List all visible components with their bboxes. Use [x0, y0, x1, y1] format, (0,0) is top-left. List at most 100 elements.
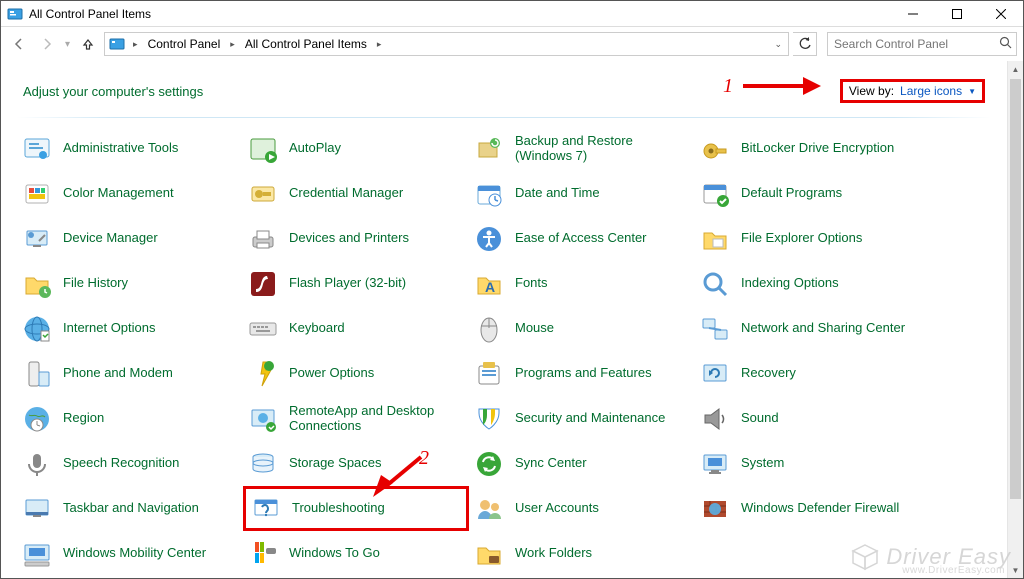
security-and-maintenance-icon: [473, 403, 505, 435]
cp-item-file-explorer-options[interactable]: File Explorer Options: [695, 216, 965, 261]
forward-button[interactable]: [35, 32, 59, 56]
cp-item-autoplay[interactable]: AutoPlay: [243, 126, 469, 171]
back-button[interactable]: [7, 32, 31, 56]
cp-item-region[interactable]: Region: [17, 396, 243, 441]
cp-item-storage-spaces[interactable]: Storage Spaces: [243, 441, 469, 486]
mouse-icon: [473, 313, 505, 345]
indexing-options-icon: [699, 268, 731, 300]
cp-item-sync-center[interactable]: Sync Center: [469, 441, 695, 486]
cp-item-internet-options[interactable]: Internet Options: [17, 306, 243, 351]
cp-item-security-and-maintenance[interactable]: Security and Maintenance: [469, 396, 695, 441]
chevron-right-icon[interactable]: ▸: [129, 39, 142, 50]
cp-item-label: Credential Manager: [289, 186, 403, 201]
annotation-arrow-1: [741, 73, 821, 99]
search-input[interactable]: [832, 36, 999, 52]
cp-item-label: Keyboard: [289, 321, 345, 336]
cp-item-device-manager[interactable]: Device Manager: [17, 216, 243, 261]
search-box[interactable]: [827, 32, 1017, 56]
breadcrumb[interactable]: ▸ Control Panel ▸ All Control Panel Item…: [104, 32, 789, 56]
cp-item-default-programs[interactable]: Default Programs: [695, 171, 965, 216]
cp-item-recovery[interactable]: Recovery: [695, 351, 965, 396]
cp-item-network-and-sharing-center[interactable]: Network and Sharing Center: [695, 306, 965, 351]
chevron-right-icon[interactable]: ▸: [226, 39, 239, 50]
view-by-value[interactable]: Large icons: [900, 84, 962, 98]
cp-item-label: File History: [63, 276, 128, 291]
cp-item-label: File Explorer Options: [741, 231, 862, 246]
cp-item-keyboard[interactable]: Keyboard: [243, 306, 469, 351]
cp-item-taskbar-and-navigation[interactable]: Taskbar and Navigation: [17, 486, 243, 531]
breadcrumb-seg-control-panel[interactable]: Control Panel: [144, 37, 225, 51]
grid-row: RegionRemoteApp and Desktop Connections S…: [17, 396, 991, 441]
breadcrumb-dropdown-icon[interactable]: ⌄: [770, 39, 786, 50]
bitlocker-drive-encryption-icon: [699, 133, 731, 165]
cp-item-ease-of-access-center[interactable]: Ease of Access Center: [469, 216, 695, 261]
cp-item-devices-and-printers[interactable]: Devices and Printers: [243, 216, 469, 261]
search-icon[interactable]: [999, 36, 1012, 52]
history-dropdown-icon[interactable]: ▾: [65, 39, 70, 50]
cp-item-fonts[interactable]: AFonts: [469, 261, 695, 306]
cp-item-speech-recognition[interactable]: Speech Recognition: [17, 441, 243, 486]
cp-item-windows-to-go[interactable]: Windows To Go: [243, 531, 469, 576]
cp-item-color-management[interactable]: Color Management: [17, 171, 243, 216]
cp-item-backup-and-restore-windows-7[interactable]: Backup and Restore (Windows 7): [469, 126, 695, 171]
speech-recognition-icon: [21, 448, 53, 480]
scrollbar-thumb[interactable]: [1010, 79, 1021, 499]
cp-item-date-and-time[interactable]: Date and Time: [469, 171, 695, 216]
breadcrumb-seg-all-items[interactable]: All Control Panel Items: [241, 37, 371, 51]
vertical-scrollbar[interactable]: ▲ ▼: [1007, 61, 1023, 578]
cp-item-remoteapp-and-desktop-connections[interactable]: RemoteApp and Desktop Connections: [243, 396, 469, 441]
cp-item-windows-mobility-center[interactable]: Windows Mobility Center: [17, 531, 243, 576]
windows-defender-firewall-icon: [699, 493, 731, 525]
chevron-right-icon[interactable]: ▸: [373, 39, 386, 50]
cp-item-indexing-options[interactable]: Indexing Options: [695, 261, 965, 306]
cp-item-phone-and-modem[interactable]: Phone and Modem: [17, 351, 243, 396]
cp-item-label: Mouse: [515, 321, 554, 336]
cp-item-mouse[interactable]: Mouse: [469, 306, 695, 351]
cp-item-label: Color Management: [63, 186, 174, 201]
cp-item-system[interactable]: System: [695, 441, 965, 486]
cp-item-label: User Accounts: [515, 501, 599, 516]
view-by-control[interactable]: View by: Large icons ▼: [840, 79, 985, 103]
cp-item-file-history[interactable]: File History: [17, 261, 243, 306]
cp-item-administrative-tools[interactable]: Administrative Tools: [17, 126, 243, 171]
cp-item-windows-defender-firewall[interactable]: Windows Defender Firewall: [695, 486, 965, 531]
minimize-button[interactable]: [891, 1, 935, 27]
cp-item-label: Taskbar and Navigation: [63, 501, 199, 516]
control-panel-icon: [109, 36, 125, 52]
cp-item-label: BitLocker Drive Encryption: [741, 141, 894, 156]
cp-item-label: Programs and Features: [515, 366, 652, 381]
cp-item-flash-player-32-bit[interactable]: Flash Player (32-bit): [243, 261, 469, 306]
windows-mobility-center-icon: [21, 538, 53, 570]
cp-item-sound[interactable]: Sound: [695, 396, 965, 441]
cp-item-work-folders[interactable]: Work Folders: [469, 531, 695, 576]
cp-item-programs-and-features[interactable]: Programs and Features: [469, 351, 695, 396]
cp-item-bitlocker-drive-encryption[interactable]: BitLocker Drive Encryption: [695, 126, 965, 171]
cp-item-label: Recovery: [741, 366, 796, 381]
taskbar-and-navigation-icon: [21, 493, 53, 525]
color-management-icon: [21, 178, 53, 210]
default-programs-icon: [699, 178, 731, 210]
cp-item-troubleshooting[interactable]: Troubleshooting: [243, 486, 469, 531]
remoteapp-and-desktop-connections-icon: [247, 403, 279, 435]
refresh-button[interactable]: [793, 32, 817, 56]
cp-item-credential-manager[interactable]: Credential Manager: [243, 171, 469, 216]
address-bar: ▾ ▸ Control Panel ▸ All Control Panel It…: [1, 27, 1023, 61]
network-and-sharing-center-icon: [699, 313, 731, 345]
cp-item-label: Windows To Go: [289, 546, 380, 561]
grid-row: Internet Options Keyboard Mouse Network and…: [17, 306, 991, 351]
keyboard-icon: [247, 313, 279, 345]
scroll-up-button[interactable]: ▲: [1008, 61, 1023, 77]
close-button[interactable]: [979, 1, 1023, 27]
cp-item-label: Network and Sharing Center: [741, 321, 905, 336]
fonts-icon: A: [473, 268, 505, 300]
grid-row: Device ManagerDevices and PrintersEase o…: [17, 216, 991, 261]
cp-item-power-options[interactable]: Power Options: [243, 351, 469, 396]
cp-item-label: Phone and Modem: [63, 366, 173, 381]
up-button[interactable]: [76, 32, 100, 56]
user-accounts-icon: [473, 493, 505, 525]
maximize-button[interactable]: [935, 1, 979, 27]
cp-item-user-accounts[interactable]: User Accounts: [469, 486, 695, 531]
chevron-down-icon[interactable]: ▼: [968, 87, 976, 96]
cp-item-label: Security and Maintenance: [515, 411, 665, 426]
watermark-url: www.DriverEasy.com: [902, 565, 1005, 576]
